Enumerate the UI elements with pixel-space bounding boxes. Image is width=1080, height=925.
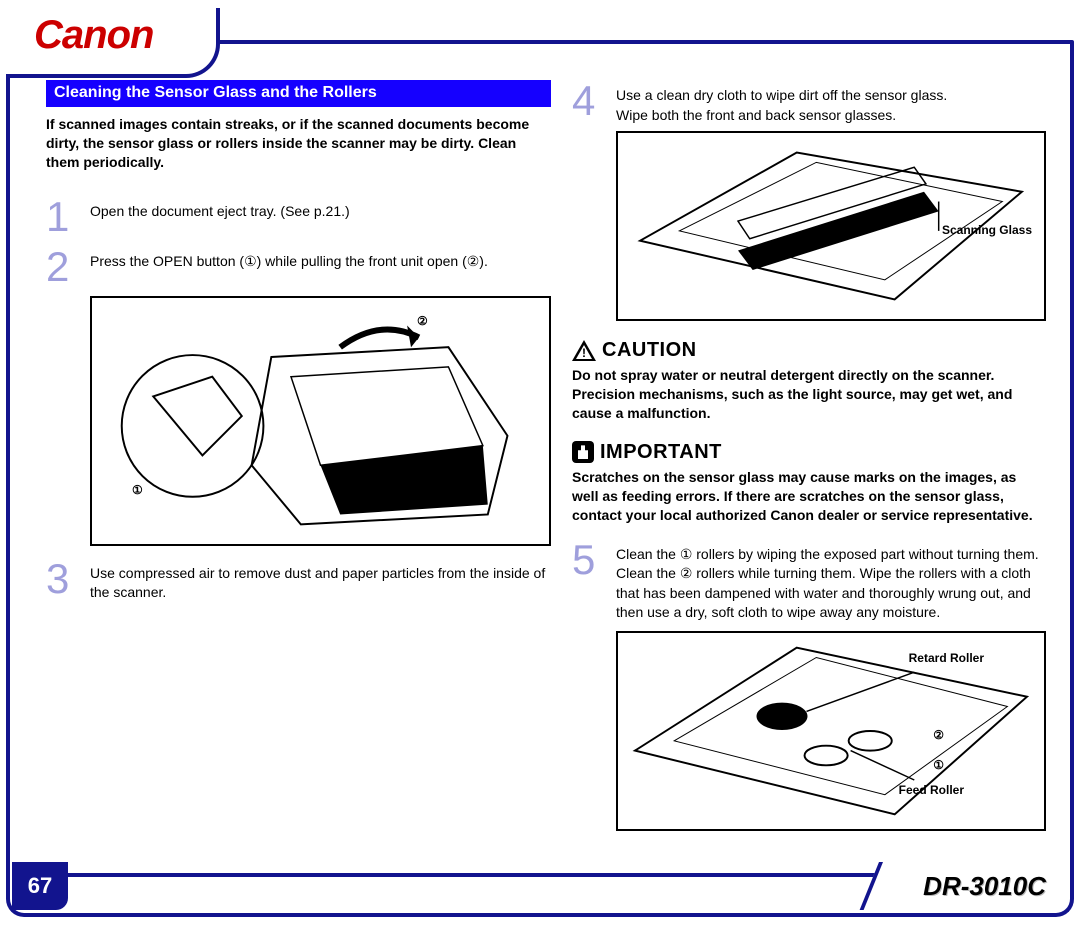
model-number: DR-3010C <box>923 871 1046 902</box>
scanner-open-diagram <box>92 298 549 544</box>
left-column: Cleaning the Sensor Glass and the Roller… <box>46 80 551 611</box>
logo-container: Canon <box>6 8 220 78</box>
section-title: Cleaning the Sensor Glass and the Roller… <box>46 80 551 107</box>
caution-body: Do not spray water or neutral detergent … <box>572 366 1046 423</box>
step4-line2: Wipe both the front and back sensor glas… <box>616 107 896 123</box>
important-header: IMPORTANT <box>572 441 1046 464</box>
important-icon <box>572 441 594 463</box>
figure-step4: Scanning Glass <box>616 131 1046 321</box>
step-text: Use a clean dry cloth to wipe dirt off t… <box>616 80 1046 125</box>
important-body: Scratches on the sensor glass may cause … <box>572 468 1046 525</box>
step-text: Clean the ① rollers by wiping the expose… <box>616 539 1046 623</box>
manual-page: Canon Cleaning the Sensor Glass and the … <box>0 0 1080 925</box>
step-3: 3 Use compressed air to remove dust and … <box>46 558 551 603</box>
step-text: Use compressed air to remove dust and pa… <box>90 558 551 603</box>
caution-title: CAUTION <box>602 339 697 362</box>
step-5: 5 Clean the ① rollers by wiping the expo… <box>572 539 1046 623</box>
step-number: 2 <box>46 246 90 288</box>
brand-logo: Canon <box>34 14 198 56</box>
intro-text: If scanned images contain streaks, or if… <box>46 115 551 172</box>
callout-marker-2: ② <box>417 314 428 328</box>
retard-roller-label: Retard Roller <box>909 651 984 665</box>
step-4: 4 Use a clean dry cloth to wipe dirt off… <box>572 80 1046 125</box>
feed-roller-label: Feed Roller <box>899 783 964 797</box>
right-column: 4 Use a clean dry cloth to wipe dirt off… <box>572 80 1046 843</box>
step-number: 1 <box>46 196 90 238</box>
page-number-tab: 67 <box>12 862 68 910</box>
step4-line1: Use a clean dry cloth to wipe dirt off t… <box>616 87 947 103</box>
step-text: Press the OPEN button (①) while pulling … <box>90 246 551 272</box>
caution-icon: ! <box>572 340 596 362</box>
figure-step2: ① ② <box>90 296 551 546</box>
model-tab: DR-3010C <box>879 862 1068 910</box>
callout-marker-1: ① <box>132 483 143 497</box>
scanning-glass-label: Scanning Glass <box>942 223 1032 237</box>
caution-header: ! CAUTION <box>572 339 1046 362</box>
step-1: 1 Open the document eject tray. (See p.2… <box>46 196 551 238</box>
step-number: 3 <box>46 558 90 600</box>
figure-step5: Retard Roller Feed Roller ① ② <box>616 631 1046 831</box>
important-title: IMPORTANT <box>600 441 722 464</box>
step-number: 5 <box>572 539 616 581</box>
roller-marker-1: ① <box>933 758 944 772</box>
step-number: 4 <box>572 80 616 122</box>
roller-marker-2: ② <box>933 728 944 742</box>
page-number: 67 <box>28 873 52 899</box>
step-2: 2 Press the OPEN button (①) while pullin… <box>46 246 551 288</box>
step-text: Open the document eject tray. (See p.21.… <box>90 196 551 222</box>
